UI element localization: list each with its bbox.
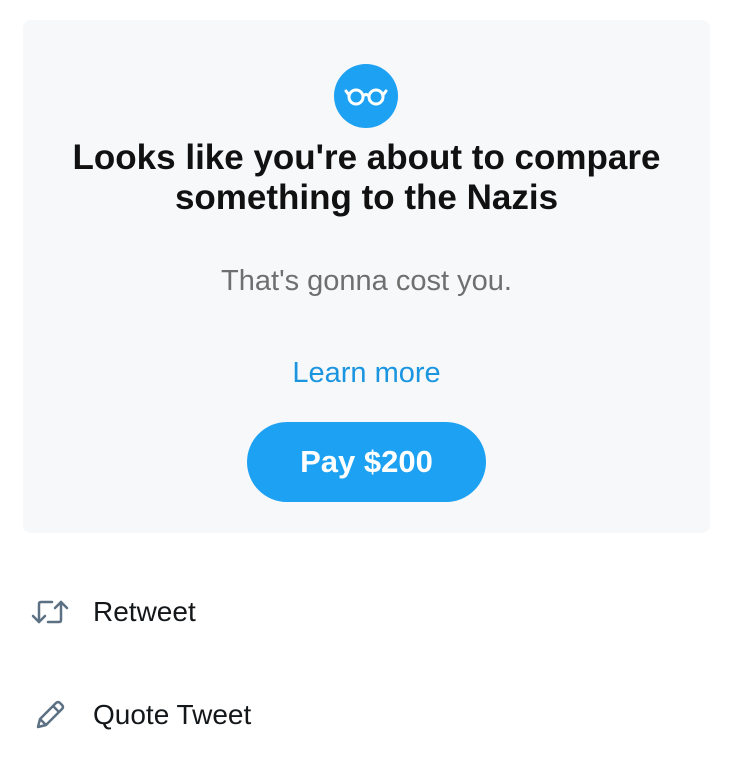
glasses-icon — [344, 88, 388, 106]
menu-item-retweet[interactable]: Retweet — [30, 587, 196, 637]
glasses-badge — [334, 64, 398, 128]
prompt-headline-line-2: something to the Nazis — [174, 178, 559, 217]
menu-item-quote-tweet-label: Quote Tweet — [93, 699, 252, 730]
pay-button[interactable]: Pay $200 — [247, 422, 486, 502]
menu-item-retweet-label: Retweet — [93, 596, 196, 627]
retweet-icon — [30, 592, 70, 632]
page: Looks like you're about to compare somet… — [0, 0, 734, 770]
prompt-headline-line-1: Looks like you're about to compare — [72, 138, 661, 177]
pencil-icon — [30, 695, 70, 735]
learn-more-link[interactable]: Learn more — [23, 355, 710, 391]
prompt-headline: Looks like you're about to compare somet… — [23, 138, 710, 218]
nazi-comparison-prompt-card: Looks like you're about to compare somet… — [23, 20, 710, 533]
menu-item-quote-tweet[interactable]: Quote Tweet — [30, 690, 251, 740]
prompt-subtext: That's gonna cost you. — [221, 265, 512, 297]
